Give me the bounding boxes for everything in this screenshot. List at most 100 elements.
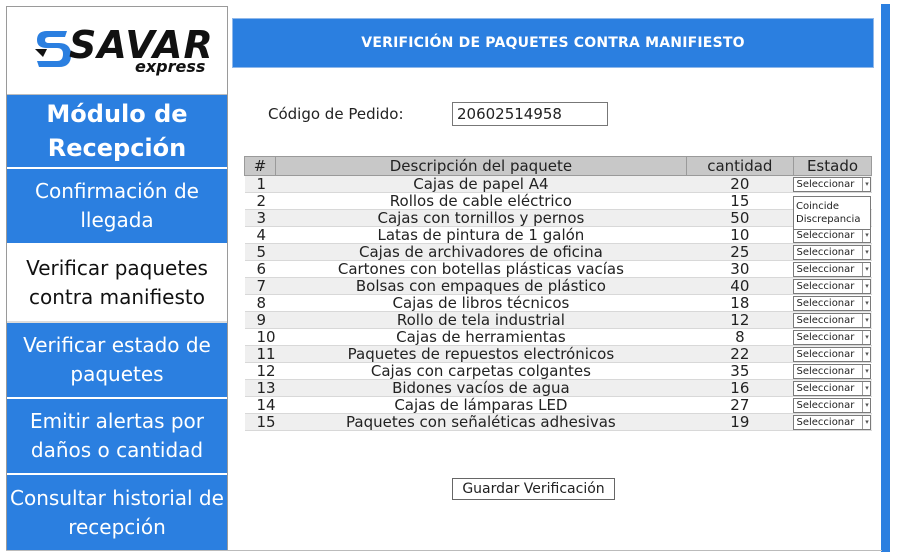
package-description: Paquetes con señaléticas adhesivas — [275, 413, 687, 431]
package-description: Bolsas con empaques de plástico — [275, 277, 687, 295]
module-title: Módulo de Recepción — [7, 95, 227, 169]
dropdown-option-coincide[interactable]: Coincide — [796, 200, 868, 213]
status-select[interactable]: Seleccionar ▾ — [793, 245, 872, 260]
brand-logo: SAVAR express — [7, 7, 227, 95]
package-quantity: 18 — [686, 294, 794, 312]
status-select-value: Seleccionar — [796, 349, 855, 360]
package-description: Cartones con botellas plásticas vacías — [275, 260, 687, 278]
sidebar-item-confirmacion-llegada[interactable]: Confirmación de llegada — [7, 169, 227, 245]
table-row: 4 Latas de pintura de 1 galón 10 Selecciona… — [244, 226, 872, 244]
sidebar-item-emitir-alertas[interactable]: Emitir alertas por daños o cantidad — [7, 399, 227, 475]
sidebar-item-verificar-paquetes[interactable]: Verificar paquetes contra manifiesto — [7, 245, 227, 323]
status-cell: Seleccionar ▾ — [793, 413, 872, 431]
table-row: 15 Paquetes con señaléticas adhesivas 19 Se… — [244, 413, 872, 431]
status-select[interactable]: Seleccionar ▾ — [793, 330, 872, 345]
row-number: 15 — [244, 413, 276, 431]
package-description: Cajas de papel A4 — [275, 175, 687, 193]
row-number: 14 — [244, 396, 276, 414]
chevron-down-icon: ▾ — [862, 297, 870, 310]
packages-table: # Descripción del paquete cantidad Estad… — [243, 156, 873, 431]
status-cell: Seleccionar ▾ — [793, 277, 872, 295]
package-quantity: 35 — [686, 362, 794, 380]
package-quantity: 16 — [686, 379, 794, 397]
right-accent-bar — [881, 4, 890, 552]
table-row: 12 Cajas con carpetas colgantes 35 Seleccio… — [244, 362, 872, 380]
status-cell: Seleccionar ▾ — [793, 362, 872, 380]
status-select[interactable]: Seleccionar ▾ — [793, 279, 872, 294]
row-number: 6 — [244, 260, 276, 278]
row-number: 2 — [244, 192, 276, 210]
status-select-value: Seleccionar — [796, 366, 855, 377]
main-panel: VERIFICIÓN DE PAQUETES CONTRA MANIFIESTO… — [230, 6, 880, 550]
status-cell: Seleccionar ▾ — [793, 243, 872, 261]
package-description: Bidones vacíos de agua — [275, 379, 687, 397]
status-cell: Seleccionar ▾ — [793, 345, 872, 363]
status-select-value: Seleccionar — [796, 247, 855, 258]
row-number: 3 — [244, 209, 276, 227]
chevron-down-icon: ▾ — [862, 348, 870, 361]
status-select[interactable]: Seleccionar ▾ — [793, 262, 872, 277]
row-number: 1 — [244, 175, 276, 193]
status-select-value: Seleccionar — [796, 281, 855, 292]
sidebar-item-consultar-historial[interactable]: Consultar historial de recepción — [7, 475, 227, 550]
status-select-value: Seleccionar — [796, 400, 855, 411]
status-cell: Seleccionar ▾ — [793, 396, 872, 414]
package-quantity: 40 — [686, 277, 794, 295]
status-select[interactable]: Seleccionar ▾ — [793, 347, 872, 362]
sidebar: SAVAR express Módulo de Recepción Confir… — [6, 6, 228, 550]
status-select[interactable]: Seleccionar ▾ — [793, 415, 872, 430]
status-cell: Seleccionar ▾ — [793, 311, 872, 329]
row-number: 13 — [244, 379, 276, 397]
table-row: 5 Cajas de archivadores de oficina 25 Selec… — [244, 243, 872, 261]
status-select[interactable]: Seleccionar ▾ — [793, 398, 872, 413]
table-row: 8 Cajas de libros técnicos 18 Seleccionar ▾ — [244, 294, 872, 312]
column-header-number: # — [243, 156, 277, 176]
package-quantity: 22 — [686, 345, 794, 363]
status-cell: Seleccionar ▾ — [793, 294, 872, 312]
chevron-down-icon: ▾ — [862, 229, 870, 242]
status-cell: Seleccionar ▾ — [793, 260, 872, 278]
table-row: 11 Paquetes de repuestos electrónicos 22 Se… — [244, 345, 872, 363]
status-select-value: Seleccionar — [796, 383, 855, 394]
package-quantity: 19 — [686, 413, 794, 431]
package-quantity: 12 — [686, 311, 794, 329]
table-header-row: # Descripción del paquete cantidad Estad… — [243, 156, 873, 176]
status-select[interactable]: Seleccionar ▾ — [793, 381, 872, 396]
chevron-down-icon: ▾ — [862, 263, 870, 276]
package-quantity: 30 — [686, 260, 794, 278]
package-quantity: 50 — [686, 209, 794, 227]
package-quantity: 10 — [686, 226, 794, 244]
save-verification-button[interactable]: Guardar Verificación — [452, 478, 615, 500]
package-quantity: 8 — [686, 328, 794, 346]
package-description: Rollo de tela industrial — [275, 311, 687, 329]
dropdown-option-discrepancia[interactable]: Discrepancia — [796, 213, 868, 226]
package-description: Cajas con tornillos y pernos — [275, 209, 687, 227]
package-description: Rollos de cable eléctrico — [275, 192, 687, 210]
page-title: VERIFICIÓN DE PAQUETES CONTRA MANIFIESTO — [232, 18, 874, 68]
bottom-divider — [6, 550, 882, 551]
status-dropdown-list: Coincide Discrepancia — [793, 196, 871, 230]
table-row: 2 Rollos de cable eléctrico 15 — [244, 192, 872, 210]
package-quantity: 27 — [686, 396, 794, 414]
status-select[interactable]: Seleccionar ▾ — [793, 296, 872, 311]
row-number: 11 — [244, 345, 276, 363]
status-select[interactable]: Seleccionar ▾ — [793, 228, 872, 243]
column-header-description: Descripción del paquete — [275, 156, 687, 176]
chevron-down-icon: ▾ — [862, 365, 870, 378]
package-description: Cajas de archivadores de oficina — [275, 243, 687, 261]
chevron-down-icon: ▾ — [862, 280, 870, 293]
app-window: SAVAR express Módulo de Recepción Confir… — [0, 0, 898, 560]
status-select[interactable]: Seleccionar ▾ — [793, 313, 872, 328]
sidebar-item-verificar-estado[interactable]: Verificar estado de paquetes — [7, 323, 227, 399]
order-code-input[interactable] — [452, 102, 608, 126]
status-select-value: Seleccionar — [796, 230, 855, 241]
status-select-value: Seleccionar — [796, 417, 855, 428]
status-cell: Seleccionar ▾ — [793, 175, 872, 193]
table-row: 3 Cajas con tornillos y pernos 50 — [244, 209, 872, 227]
chevron-down-icon: ▾ — [862, 399, 870, 412]
status-cell: Seleccionar ▾ — [793, 379, 872, 397]
status-select[interactable]: Seleccionar ▾ — [793, 177, 872, 192]
status-select[interactable]: Seleccionar ▾ — [793, 364, 872, 379]
chevron-down-icon: ▾ — [862, 382, 870, 395]
status-select-value: Seleccionar — [796, 179, 855, 190]
